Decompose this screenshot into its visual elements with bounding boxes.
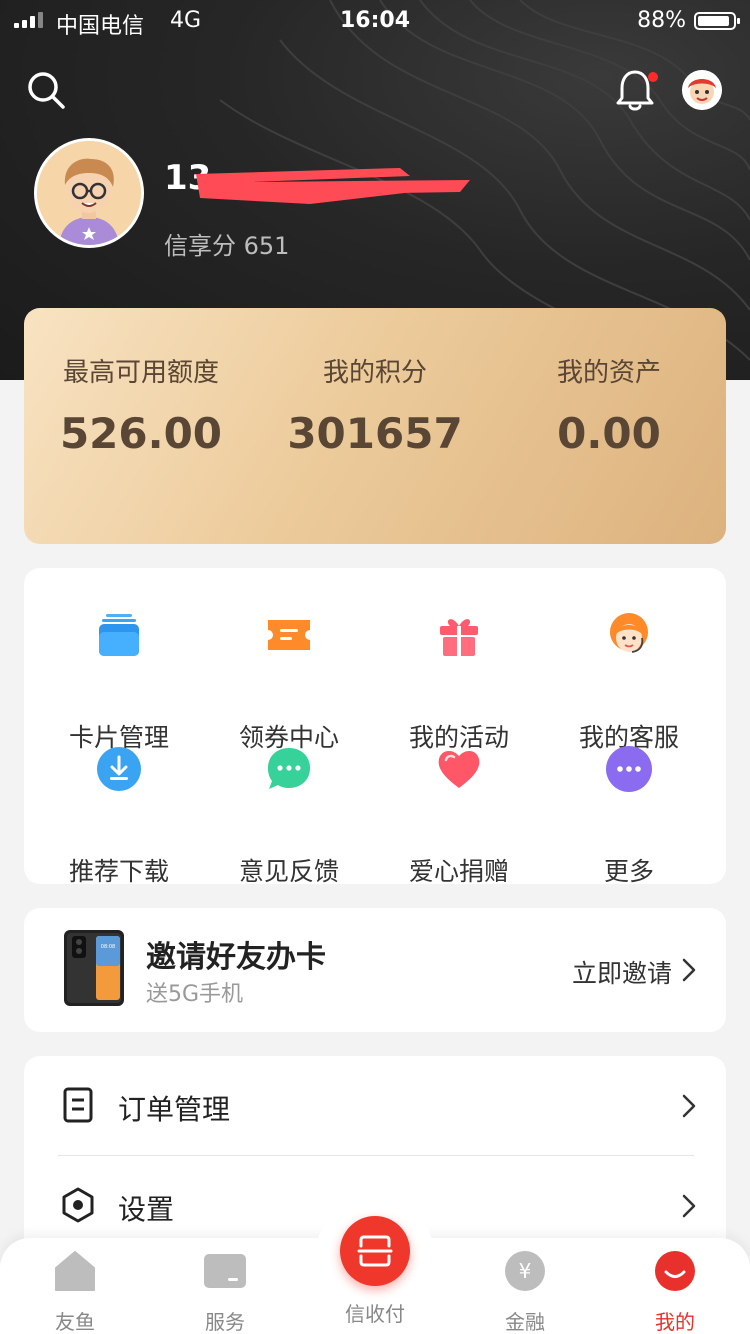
invite-banner[interactable]: 08:08 邀请好友办卡 送5G手机 立即邀请 bbox=[24, 908, 726, 1032]
tab-service[interactable]: 服务 bbox=[150, 1238, 300, 1334]
user-avatar[interactable] bbox=[34, 138, 144, 248]
phone-image: 08:08 bbox=[62, 928, 126, 1008]
chevron-right-icon bbox=[682, 958, 696, 982]
grid-label: 爱心捐赠 bbox=[408, 857, 509, 886]
more-icon bbox=[606, 746, 652, 792]
grid-item-more[interactable]: 更多 bbox=[544, 746, 714, 886]
svg-text:08:08: 08:08 bbox=[101, 944, 115, 950]
invite-button[interactable]: 立即邀请 bbox=[572, 954, 672, 990]
feature-grid: 卡片管理 领券中心 我的活动 我的客服 推荐下载 意见反馈 爱心捐赠 更多 bbox=[24, 568, 726, 886]
grid-item-activities[interactable]: 我的活动 bbox=[374, 612, 544, 752]
stat-label: 我的资产 bbox=[556, 358, 661, 388]
battery-percent: 88% bbox=[637, 8, 686, 33]
scan-pay-button[interactable] bbox=[340, 1216, 410, 1286]
stat-credit-limit[interactable]: 最高可用额度 526.00 bbox=[24, 352, 258, 458]
menu-item-orders[interactable]: 订单管理 bbox=[24, 1056, 726, 1154]
invite-subtitle: 送5G手机 bbox=[146, 982, 244, 1007]
battery-icon bbox=[694, 12, 740, 30]
menu-label: 设置 bbox=[118, 1193, 175, 1226]
stat-points[interactable]: 我的积分 301657 bbox=[258, 352, 492, 458]
tab-me[interactable]: 我的 bbox=[600, 1238, 750, 1334]
notification-dot bbox=[648, 72, 658, 82]
grid-label: 推荐下载 bbox=[68, 857, 169, 886]
menu-label: 订单管理 bbox=[118, 1093, 231, 1126]
chevron-right-icon bbox=[682, 1194, 696, 1218]
tab-label-scan-pay[interactable]: 信收付 bbox=[300, 1298, 450, 1327]
svg-text:¥: ¥ bbox=[519, 1259, 532, 1283]
credit-label: 信享分 bbox=[164, 232, 236, 260]
home-icon bbox=[54, 1250, 96, 1292]
credit-score: 信享分 651 bbox=[164, 226, 289, 261]
tab-label: 友鱼 bbox=[55, 1310, 95, 1334]
gift-icon bbox=[436, 612, 482, 658]
grid-label: 意见反馈 bbox=[238, 857, 339, 886]
order-icon bbox=[60, 1086, 96, 1124]
account-summary-card: 最高可用额度 526.00 我的积分 301657 我的资产 0.00 bbox=[24, 308, 726, 544]
mascot-avatar[interactable] bbox=[682, 70, 722, 110]
tab-finance[interactable]: ¥ 金融 bbox=[450, 1238, 600, 1334]
settings-icon bbox=[60, 1186, 96, 1224]
stat-label: 最高可用额度 bbox=[62, 358, 219, 388]
service-icon bbox=[204, 1250, 246, 1292]
chevron-right-icon bbox=[682, 1094, 696, 1118]
grid-item-download[interactable]: 推荐下载 bbox=[34, 746, 204, 886]
feedback-icon bbox=[266, 746, 312, 792]
tab-label: 我的 bbox=[655, 1310, 695, 1334]
me-icon bbox=[654, 1250, 696, 1292]
grid-item-card-manage[interactable]: 卡片管理 bbox=[34, 612, 204, 752]
stat-label: 我的积分 bbox=[322, 358, 427, 388]
search-icon[interactable] bbox=[26, 70, 66, 110]
credit-value: 651 bbox=[243, 232, 290, 260]
status-bar: 中国电信 4G 16:04 88% bbox=[0, 0, 750, 40]
grid-item-customer-service[interactable]: 我的客服 bbox=[544, 612, 714, 752]
card-icon bbox=[96, 612, 142, 658]
stat-value: 0.00 bbox=[557, 409, 661, 458]
stat-assets[interactable]: 我的资产 0.00 bbox=[492, 352, 726, 458]
heart-icon bbox=[436, 746, 482, 792]
scan-pay-icon bbox=[357, 1235, 393, 1267]
tab-label: 金融 bbox=[505, 1310, 545, 1334]
tab-label: 服务 bbox=[205, 1310, 245, 1334]
stat-value: 526.00 bbox=[59, 409, 223, 458]
grid-item-feedback[interactable]: 意见反馈 bbox=[204, 746, 374, 886]
stat-value: 301657 bbox=[287, 409, 463, 458]
coupon-icon bbox=[266, 612, 312, 658]
finance-icon: ¥ bbox=[504, 1250, 546, 1292]
grid-item-coupon[interactable]: 领券中心 bbox=[204, 612, 374, 752]
redaction-mark bbox=[190, 162, 472, 206]
service-agent-icon bbox=[606, 612, 652, 658]
grid-label: 更多 bbox=[603, 857, 654, 886]
invite-title: 邀请好友办卡 bbox=[146, 940, 326, 975]
grid-item-donation[interactable]: 爱心捐赠 bbox=[374, 746, 544, 886]
download-icon bbox=[96, 746, 142, 792]
tab-youyu[interactable]: 友鱼 bbox=[0, 1238, 150, 1334]
